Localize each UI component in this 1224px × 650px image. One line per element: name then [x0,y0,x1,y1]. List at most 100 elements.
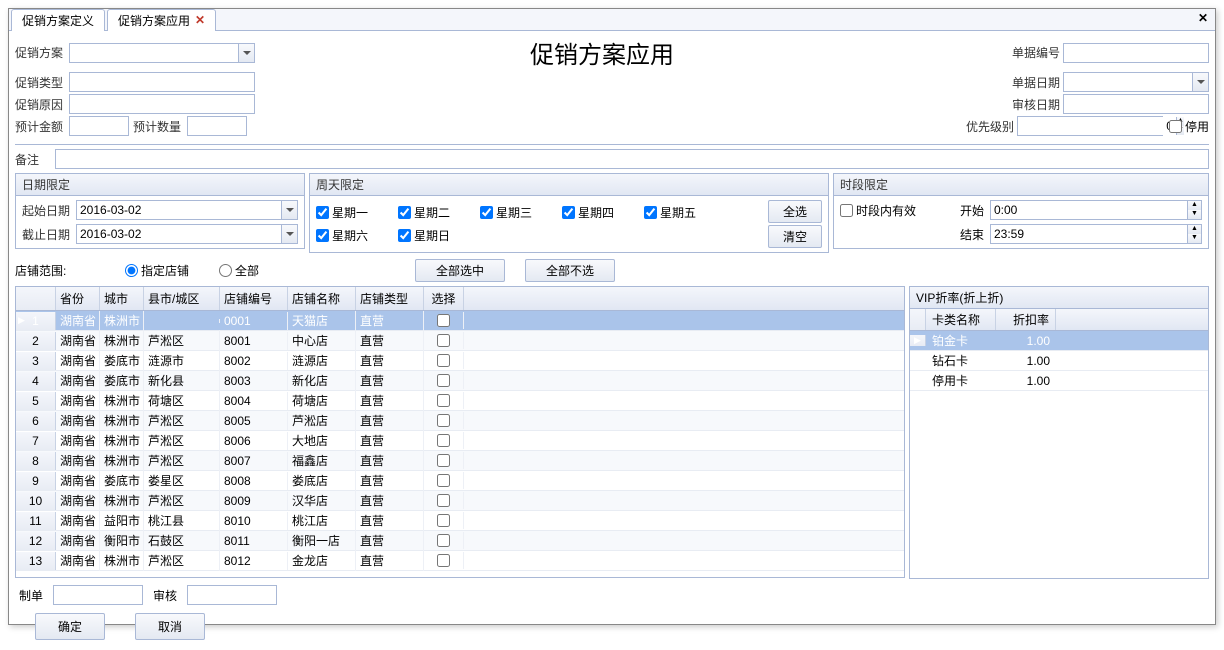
weekday-checkbox[interactable] [644,206,657,219]
weekday-5[interactable]: 星期六 [316,224,398,247]
spinner-up-icon[interactable]: ▲ [1188,201,1201,210]
vip-grid-body[interactable]: ▶铂金卡1.00钻石卡1.00停用卡1.00 [910,331,1208,391]
table-row[interactable]: 13湖南省株洲市芦淞区8012金龙店直营 [16,551,904,571]
table-row[interactable]: 3湖南省娄底市涟源市8002涟源店直营 [16,351,904,371]
ok-button[interactable]: 确定 [35,613,105,640]
type-input[interactable] [69,72,255,92]
time-start-spinner[interactable]: ▲▼ [990,200,1202,220]
weekday-2[interactable]: 星期三 [480,201,562,224]
col-district[interactable]: 县市/城区 [144,287,220,310]
weekday-checkbox[interactable] [562,206,575,219]
remark-input[interactable] [55,149,1209,169]
table-row[interactable]: 8湖南省株洲市芦淞区8007福鑫店直营 [16,451,904,471]
tab-definition[interactable]: 促销方案定义 [11,9,105,31]
weekday-4[interactable]: 星期五 [644,201,726,224]
start-date-combo[interactable]: 2016-03-02 [76,200,298,220]
weekday-checkbox[interactable] [316,229,329,242]
store-grid-body[interactable]: ▶1湖南省株洲市0001天猫店直营2湖南省株洲市芦淞区8001中心店直营3湖南省… [16,311,904,577]
cancel-button[interactable]: 取消 [135,613,205,640]
priority-spinner[interactable]: ▲▼ [1017,116,1163,136]
radio-specific[interactable] [125,264,138,277]
spinner-up-icon[interactable]: ▲ [1188,225,1201,234]
creator-input[interactable] [53,585,143,605]
row-checkbox[interactable] [437,394,450,407]
disable-checkbox[interactable] [1169,120,1182,133]
time-start-input[interactable] [991,202,1187,218]
table-row[interactable]: 7湖南省株洲市芦淞区8006大地店直营 [16,431,904,451]
radio-all[interactable] [219,264,232,277]
deselect-all-stores-button[interactable]: 全部不选 [525,259,615,282]
time-enabled-wrap[interactable]: 时段内有效 [840,202,950,219]
weekday-checkbox[interactable] [398,229,411,242]
vip-row[interactable]: 钻石卡1.00 [910,351,1208,371]
time-end-input[interactable] [991,226,1187,242]
table-row[interactable]: 12湖南省衡阳市石鼓区8011衡阳一店直营 [16,531,904,551]
weekday-0[interactable]: 星期一 [316,201,398,224]
row-checkbox[interactable] [437,414,450,427]
row-checkbox[interactable] [437,434,450,447]
priority-input[interactable] [1018,117,1176,135]
col-select[interactable]: 选择 [424,287,464,310]
select-all-stores-button[interactable]: 全部选中 [415,259,505,282]
plan-combo[interactable] [69,43,255,63]
table-row[interactable]: 4湖南省娄底市新化县8003新化店直营 [16,371,904,391]
chevron-down-icon[interactable] [1192,73,1208,91]
table-row[interactable]: 9湖南省娄底市娄星区8008娄底店直营 [16,471,904,491]
end-date-combo[interactable]: 2016-03-02 [76,224,298,244]
vip-col-name[interactable]: 卡类名称 [926,309,996,330]
docno-input[interactable] [1063,43,1209,63]
week-clear-button[interactable]: 清空 [768,225,822,248]
auditdate-input[interactable] [1063,94,1209,114]
col-province[interactable]: 省份 [56,287,100,310]
table-row[interactable]: 2湖南省株洲市芦淞区8001中心店直营 [16,331,904,351]
docdate-combo[interactable] [1063,72,1209,92]
row-checkbox[interactable] [437,354,450,367]
row-checkbox[interactable] [437,314,450,327]
row-checkbox[interactable] [437,334,450,347]
row-checkbox[interactable] [437,494,450,507]
auditor-input[interactable] [187,585,277,605]
spinner-down-icon[interactable]: ▼ [1188,210,1201,219]
row-checkbox[interactable] [437,514,450,527]
table-row[interactable]: 6湖南省株洲市芦淞区8005芦淞店直营 [16,411,904,431]
time-enabled-checkbox[interactable] [840,204,853,217]
week-select-all-button[interactable]: 全选 [768,200,822,223]
row-checkbox[interactable] [437,374,450,387]
radio-all-wrap[interactable]: 全部 [219,262,259,279]
row-checkbox[interactable] [437,474,450,487]
time-end-spinner[interactable]: ▲▼ [990,224,1202,244]
chevron-down-icon[interactable] [281,225,297,243]
table-row[interactable]: ▶1湖南省株洲市0001天猫店直营 [16,311,904,331]
code-cell: 8011 [220,532,288,550]
vip-col-rate[interactable]: 折扣率 [996,309,1056,330]
disable-checkbox-wrap[interactable]: 停用 [1169,118,1209,135]
table-row[interactable]: 5湖南省株洲市荷塘区8004荷塘店直营 [16,391,904,411]
chevron-down-icon[interactable] [238,44,254,62]
weekday-3[interactable]: 星期四 [562,201,644,224]
chevron-down-icon[interactable] [281,201,297,219]
table-row[interactable]: 11湖南省益阳市桃江县8010桃江店直营 [16,511,904,531]
col-type[interactable]: 店铺类型 [356,287,424,310]
weekday-checkbox[interactable] [398,206,411,219]
tab-close-icon[interactable]: ✕ [195,13,205,27]
window-close-icon[interactable]: ✕ [1195,11,1211,27]
est-qty-input[interactable] [187,116,247,136]
col-code[interactable]: 店铺编号 [220,287,288,310]
weekday-6[interactable]: 星期日 [398,224,480,247]
row-checkbox[interactable] [437,534,450,547]
spinner-down-icon[interactable]: ▼ [1188,234,1201,243]
table-row[interactable]: 10湖南省株洲市芦淞区8009汉华店直营 [16,491,904,511]
est-amount-input[interactable] [69,116,129,136]
col-name[interactable]: 店铺名称 [288,287,356,310]
vip-row[interactable]: 停用卡1.00 [910,371,1208,391]
tab-application[interactable]: 促销方案应用 ✕ [107,9,216,31]
weekday-checkbox[interactable] [316,206,329,219]
radio-specific-wrap[interactable]: 指定店铺 [125,262,189,279]
row-checkbox[interactable] [437,554,450,567]
weekday-checkbox[interactable] [480,206,493,219]
col-city[interactable]: 城市 [100,287,144,310]
vip-row[interactable]: ▶铂金卡1.00 [910,331,1208,351]
row-checkbox[interactable] [437,454,450,467]
reason-input[interactable] [69,94,255,114]
weekday-1[interactable]: 星期二 [398,201,480,224]
